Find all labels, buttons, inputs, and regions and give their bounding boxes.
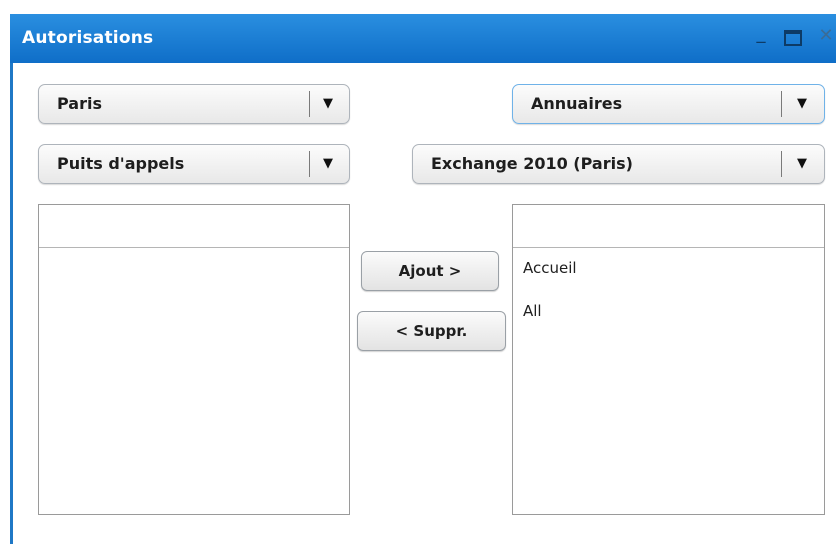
chevron-down-icon[interactable]: ▼: [794, 156, 810, 171]
minimize-icon[interactable]: _: [750, 22, 772, 46]
window-title: Autorisations: [22, 28, 154, 48]
title-bar[interactable]: Autorisations _ ✕: [10, 14, 836, 63]
type-select[interactable]: Puits d'appels ▼: [38, 144, 350, 184]
add-button[interactable]: Ajout >: [361, 251, 499, 291]
source-select-value: Exchange 2010 (Paris): [431, 154, 633, 173]
type-select-value: Puits d'appels: [57, 154, 185, 173]
assigned-list[interactable]: Accueil All: [512, 204, 825, 515]
close-icon[interactable]: ✕: [815, 24, 836, 48]
source-select[interactable]: Exchange 2010 (Paris) ▼: [412, 144, 825, 184]
source-select-separator: [781, 151, 782, 177]
category-select[interactable]: Annuaires ▼: [512, 84, 825, 124]
site-select[interactable]: Paris ▼: [38, 84, 350, 124]
chevron-down-icon[interactable]: ▼: [794, 96, 810, 111]
authorizations-window: Autorisations _ ✕ Paris ▼ Annuaires ▼ Pu…: [10, 14, 836, 544]
list-item[interactable]: Accueil: [523, 259, 577, 277]
list-item[interactable]: All: [523, 302, 542, 320]
assigned-list-header: [513, 205, 824, 248]
chevron-down-icon[interactable]: ▼: [320, 156, 336, 171]
category-select-value: Annuaires: [531, 94, 623, 113]
available-list[interactable]: [38, 204, 350, 515]
category-select-separator: [781, 91, 782, 117]
maximize-icon[interactable]: [782, 24, 804, 48]
type-select-separator: [309, 151, 310, 177]
remove-button[interactable]: < Suppr.: [357, 311, 506, 351]
site-select-value: Paris: [57, 94, 102, 113]
available-list-header: [39, 205, 349, 248]
chevron-down-icon[interactable]: ▼: [320, 96, 336, 111]
site-select-separator: [309, 91, 310, 117]
